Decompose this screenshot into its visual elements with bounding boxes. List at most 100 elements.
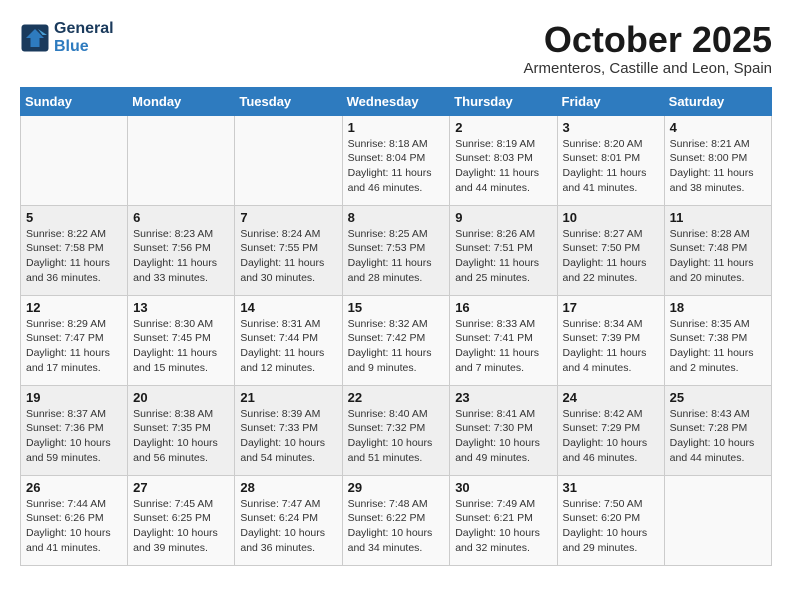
day-info: Sunrise: 8:42 AM Sunset: 7:29 PM Dayligh… [563, 407, 659, 466]
calendar-body: 1Sunrise: 8:18 AM Sunset: 8:04 PM Daylig… [21, 115, 772, 565]
calendar-cell: 2 Sunrise: 8:19 AM Sunset: 8:03 PM Daylig… [450, 115, 557, 205]
day-info: Sunrise: 8:29 AM Sunset: 7:47 PM Dayligh… [26, 317, 122, 376]
day-info: Sunrise: 8:28 AM Sunset: 7:48 PM Dayligh… [670, 227, 766, 286]
day-info: Sunrise: 8:39 AM Sunset: 7:33 PM Dayligh… [240, 407, 336, 466]
logo-icon [20, 23, 50, 53]
calendar-cell: 3 Sunrise: 8:20 AM Sunset: 8:01 PM Daylig… [557, 115, 664, 205]
logo-text: General Blue [54, 20, 114, 55]
calendar-cell: 29 Sunrise: 7:48 AM Sunset: 6:22 PM Dayli… [342, 475, 450, 565]
weekday-thursday: Thursday [450, 87, 557, 115]
day-number: 11 [670, 210, 766, 225]
day-number: 23 [455, 390, 551, 405]
calendar-table: SundayMondayTuesdayWednesdayThursdayFrid… [20, 87, 772, 566]
calendar-cell: 15 Sunrise: 8:32 AM Sunset: 7:42 PM Dayli… [342, 295, 450, 385]
calendar-cell: 9Sunrise: 8:26 AM Sunset: 7:51 PM Daylig… [450, 205, 557, 295]
calendar-cell: 16Sunrise: 8:33 AM Sunset: 7:41 PM Dayli… [450, 295, 557, 385]
day-info: Sunrise: 8:43 AM Sunset: 7:28 PM Dayligh… [670, 407, 766, 466]
calendar-cell: 1Sunrise: 8:18 AM Sunset: 8:04 PM Daylig… [342, 115, 450, 205]
day-info: Sunrise: 7:48 AM Sunset: 6:22 PM Dayligh… [348, 497, 445, 556]
weekday-friday: Friday [557, 87, 664, 115]
day-number: 10 [563, 210, 659, 225]
calendar-cell [235, 115, 342, 205]
day-number: 20 [133, 390, 229, 405]
day-info: Sunrise: 8:24 AM Sunset: 7:55 PM Dayligh… [240, 227, 336, 286]
day-info: Sunrise: 8:22 AM Sunset: 7:58 PM Dayligh… [26, 227, 122, 286]
weekday-sunday: Sunday [21, 87, 128, 115]
calendar-cell [664, 475, 771, 565]
day-number: 26 [26, 480, 122, 495]
calendar-cell: 23Sunrise: 8:41 AM Sunset: 7:30 PM Dayli… [450, 385, 557, 475]
calendar-week-4: 19 Sunrise: 8:37 AM Sunset: 7:36 PM Dayli… [21, 385, 772, 475]
day-info: Sunrise: 8:26 AM Sunset: 7:51 PM Dayligh… [455, 227, 551, 286]
day-info: Sunrise: 8:31 AM Sunset: 7:44 PM Dayligh… [240, 317, 336, 376]
calendar-cell: 13 Sunrise: 8:30 AM Sunset: 7:45 PM Dayli… [128, 295, 235, 385]
day-info: Sunrise: 7:44 AM Sunset: 6:26 PM Dayligh… [26, 497, 122, 556]
day-info: Sunrise: 8:19 AM Sunset: 8:03 PM Dayligh… [455, 137, 551, 196]
day-number: 28 [240, 480, 336, 495]
day-info: Sunrise: 8:30 AM Sunset: 7:45 PM Dayligh… [133, 317, 229, 376]
calendar-cell: 19 Sunrise: 8:37 AM Sunset: 7:36 PM Dayli… [21, 385, 128, 475]
calendar-cell [128, 115, 235, 205]
day-number: 19 [26, 390, 122, 405]
day-number: 4 [670, 120, 766, 135]
calendar-cell: 12Sunrise: 8:29 AM Sunset: 7:47 PM Dayli… [21, 295, 128, 385]
calendar-cell: 25 Sunrise: 8:43 AM Sunset: 7:28 PM Dayli… [664, 385, 771, 475]
day-info: Sunrise: 8:25 AM Sunset: 7:53 PM Dayligh… [348, 227, 445, 286]
day-number: 18 [670, 300, 766, 315]
day-info: Sunrise: 8:32 AM Sunset: 7:42 PM Dayligh… [348, 317, 445, 376]
day-number: 5 [26, 210, 122, 225]
weekday-monday: Monday [128, 87, 235, 115]
day-number: 2 [455, 120, 551, 135]
month-title: October 2025 [524, 20, 772, 60]
calendar-cell [21, 115, 128, 205]
calendar-cell: 28 Sunrise: 7:47 AM Sunset: 6:24 PM Dayli… [235, 475, 342, 565]
day-info: Sunrise: 7:47 AM Sunset: 6:24 PM Dayligh… [240, 497, 336, 556]
day-number: 21 [240, 390, 336, 405]
day-info: Sunrise: 8:37 AM Sunset: 7:36 PM Dayligh… [26, 407, 122, 466]
calendar-cell: 7 Sunrise: 8:24 AM Sunset: 7:55 PM Daylig… [235, 205, 342, 295]
day-number: 3 [563, 120, 659, 135]
day-number: 29 [348, 480, 445, 495]
calendar-cell: 22Sunrise: 8:40 AM Sunset: 7:32 PM Dayli… [342, 385, 450, 475]
day-number: 14 [240, 300, 336, 315]
day-info: Sunrise: 7:45 AM Sunset: 6:25 PM Dayligh… [133, 497, 229, 556]
calendar-cell: 4 Sunrise: 8:21 AM Sunset: 8:00 PM Daylig… [664, 115, 771, 205]
location-subtitle: Armenteros, Castille and Leon, Spain [524, 60, 772, 77]
weekday-header-row: SundayMondayTuesdayWednesdayThursdayFrid… [21, 87, 772, 115]
calendar-cell: 31Sunrise: 7:50 AM Sunset: 6:20 PM Dayli… [557, 475, 664, 565]
day-info: Sunrise: 7:49 AM Sunset: 6:21 PM Dayligh… [455, 497, 551, 556]
calendar-cell: 8Sunrise: 8:25 AM Sunset: 7:53 PM Daylig… [342, 205, 450, 295]
day-info: Sunrise: 8:21 AM Sunset: 8:00 PM Dayligh… [670, 137, 766, 196]
day-number: 13 [133, 300, 229, 315]
calendar-cell: 17 Sunrise: 8:34 AM Sunset: 7:39 PM Dayli… [557, 295, 664, 385]
weekday-saturday: Saturday [664, 87, 771, 115]
day-number: 16 [455, 300, 551, 315]
calendar-cell: 30 Sunrise: 7:49 AM Sunset: 6:21 PM Dayli… [450, 475, 557, 565]
calendar-week-1: 1Sunrise: 8:18 AM Sunset: 8:04 PM Daylig… [21, 115, 772, 205]
calendar-cell: 24Sunrise: 8:42 AM Sunset: 7:29 PM Dayli… [557, 385, 664, 475]
calendar-week-3: 12Sunrise: 8:29 AM Sunset: 7:47 PM Dayli… [21, 295, 772, 385]
day-number: 22 [348, 390, 445, 405]
logo: General Blue [20, 20, 114, 55]
day-number: 31 [563, 480, 659, 495]
day-info: Sunrise: 8:18 AM Sunset: 8:04 PM Dayligh… [348, 137, 445, 196]
calendar-cell: 10Sunrise: 8:27 AM Sunset: 7:50 PM Dayli… [557, 205, 664, 295]
day-number: 27 [133, 480, 229, 495]
page-header: General Blue October 2025 Armenteros, Ca… [20, 20, 772, 77]
day-number: 30 [455, 480, 551, 495]
day-info: Sunrise: 8:38 AM Sunset: 7:35 PM Dayligh… [133, 407, 229, 466]
day-number: 7 [240, 210, 336, 225]
day-number: 17 [563, 300, 659, 315]
calendar-cell: 11 Sunrise: 8:28 AM Sunset: 7:48 PM Dayli… [664, 205, 771, 295]
calendar-cell: 6 Sunrise: 8:23 AM Sunset: 7:56 PM Daylig… [128, 205, 235, 295]
day-number: 6 [133, 210, 229, 225]
day-info: Sunrise: 8:20 AM Sunset: 8:01 PM Dayligh… [563, 137, 659, 196]
day-number: 15 [348, 300, 445, 315]
day-number: 25 [670, 390, 766, 405]
calendar-cell: 14 Sunrise: 8:31 AM Sunset: 7:44 PM Dayli… [235, 295, 342, 385]
weekday-wednesday: Wednesday [342, 87, 450, 115]
day-info: Sunrise: 8:23 AM Sunset: 7:56 PM Dayligh… [133, 227, 229, 286]
day-info: Sunrise: 8:34 AM Sunset: 7:39 PM Dayligh… [563, 317, 659, 376]
weekday-tuesday: Tuesday [235, 87, 342, 115]
title-block: October 2025 Armenteros, Castille and Le… [524, 20, 772, 77]
